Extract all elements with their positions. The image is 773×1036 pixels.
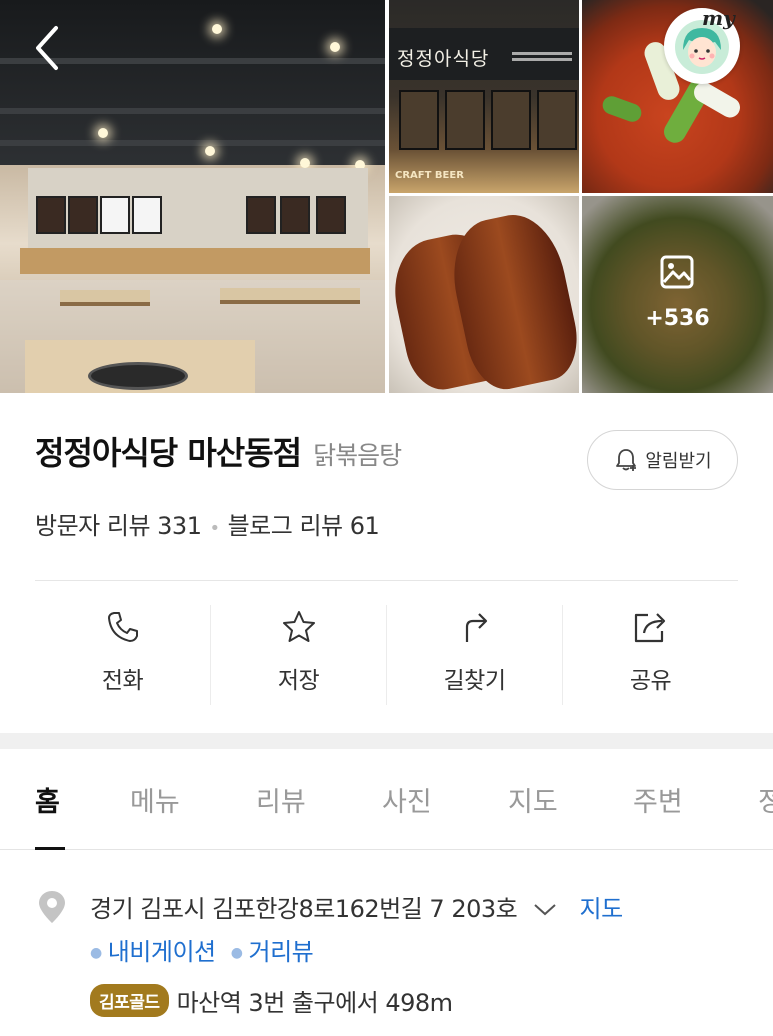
tab-info[interactable]: 정 <box>758 780 773 819</box>
location-pin-icon <box>39 891 65 923</box>
call-button[interactable]: 전화 <box>35 605 210 705</box>
tab-photos[interactable]: 사진 <box>382 780 432 819</box>
more-photos-count[interactable]: +536 <box>582 306 773 331</box>
directions-label: 길찾기 <box>443 668 506 694</box>
save-label: 저장 <box>277 668 320 694</box>
call-label: 전화 <box>101 668 144 694</box>
chevron-down-icon[interactable] <box>532 902 558 918</box>
review-row: 방문자 리뷰 331 • 블로그 리뷰 61 <box>35 512 380 540</box>
divider <box>35 580 738 581</box>
bell-plus-icon <box>616 449 637 471</box>
blog-review-link[interactable]: 블로그 리뷰 61 <box>228 512 380 540</box>
subway-line-badge: 김포골드 <box>90 984 169 1017</box>
share-button[interactable]: 공유 <box>562 605 738 705</box>
subway-distance: 마산역 3번 출구에서 498m <box>176 989 453 1017</box>
photo-vegetable-dish[interactable] <box>582 196 773 393</box>
section-separator <box>0 733 773 749</box>
back-arrow-icon[interactable] <box>28 24 68 72</box>
subway-row: 김포골드 마산역 3번 출구에서 498m <box>90 983 453 1018</box>
place-name: 정정아식당 마산동점 <box>35 434 302 472</box>
save-button[interactable]: 저장 <box>210 605 386 705</box>
alarm-label: 알림받기 <box>645 451 712 472</box>
tab-menu[interactable]: 메뉴 <box>130 780 180 819</box>
directions-icon <box>465 613 487 642</box>
tab-map[interactable]: 지도 <box>508 780 558 819</box>
tab-bar: 홈 메뉴 리뷰 사진 지도 주변 정 <box>0 750 773 850</box>
directions-button[interactable]: 길찾기 <box>386 605 562 705</box>
storefront-sign-text: 정정아식당 <box>397 48 490 70</box>
alarm-button[interactable]: 알림받기 <box>587 430 738 490</box>
image-icon <box>660 255 694 289</box>
title-row: 정정아식당 마산동점 닭볶음탕 <box>35 428 402 478</box>
tab-reviews[interactable]: 리뷰 <box>256 780 306 819</box>
place-category: 닭볶음탕 <box>313 441 402 470</box>
action-bar: 전화 저장 길찾기 공유 <box>35 605 738 705</box>
photo-grilled-fish[interactable] <box>389 196 579 393</box>
photo-storefront[interactable]: 정정아식당 CRAFT BEER <box>389 0 579 193</box>
craft-beer-sign: CRAFT BEER <box>395 170 464 181</box>
navigation-link[interactable]: 내비게이션 <box>108 938 216 966</box>
phone-icon <box>107 612 138 642</box>
active-tab-indicator <box>35 847 65 850</box>
tab-nearby[interactable]: 주변 <box>633 780 683 819</box>
address-text: 경기 김포시 김포한강8로162번길 7 203호 <box>90 895 518 923</box>
photo-gallery[interactable]: 정정아식당 CRAFT BEER +536 my <box>0 0 773 393</box>
map-link[interactable]: 지도 <box>580 895 624 923</box>
share-label: 공유 <box>629 668 672 694</box>
my-label: my <box>702 6 735 30</box>
visitor-review-link[interactable]: 방문자 리뷰 331 <box>35 512 202 540</box>
share-icon <box>634 613 665 643</box>
address-links: ● 내비게이션 ● 거리뷰 <box>90 938 314 966</box>
my-profile-button[interactable]: my <box>664 6 740 84</box>
star-icon <box>282 611 315 642</box>
tab-home[interactable]: 홈 <box>35 780 60 819</box>
address-row: 경기 김포시 김포한강8로162번길 7 203호 지도 <box>90 889 623 924</box>
street-view-link[interactable]: 거리뷰 <box>248 938 313 966</box>
